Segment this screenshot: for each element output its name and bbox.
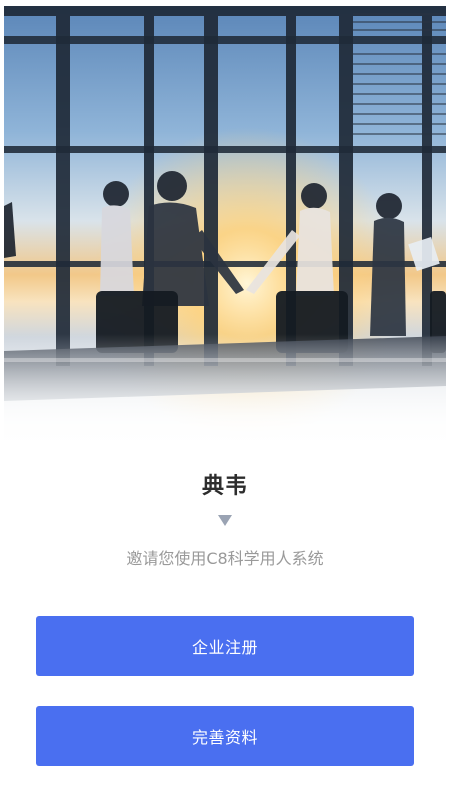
hero-image	[4, 6, 446, 454]
triangle-down-icon	[218, 515, 232, 526]
complete-profile-button[interactable]: 完善资料	[36, 706, 414, 766]
page-title: 典韦	[201, 474, 248, 499]
register-company-button[interactable]: 企业注册	[36, 616, 414, 676]
invite-subtitle: 邀请您使用C8科学用人系统	[126, 549, 324, 568]
hero-fade-overlay	[4, 334, 446, 454]
